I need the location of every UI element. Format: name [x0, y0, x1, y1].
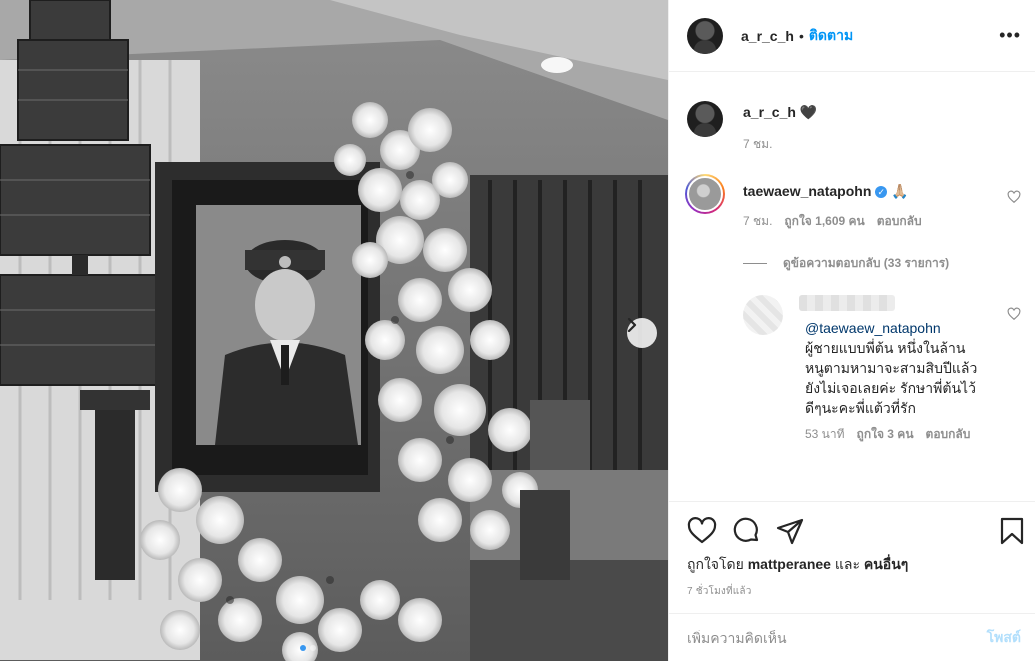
carousel-dot — [300, 645, 306, 651]
more-options-icon[interactable]: ••• — [999, 26, 1021, 44]
post-comment-button[interactable]: โพสต์ — [987, 627, 1021, 649]
header-separator: • — [798, 27, 804, 44]
caption-meta: 7 ชม. — [743, 135, 997, 153]
comment-username[interactable]: taewaew_natapohn — [743, 183, 871, 199]
action-bar: ถูกใจโดย mattperanee และ คนอื่นๆ 7 ชั่วโ… — [669, 501, 1035, 613]
verified-badge-icon: ✓ — [875, 186, 888, 199]
view-replies-button[interactable]: ดูข้อความตอบกลับ (33 รายการ) — [743, 254, 949, 273]
view-replies-line — [743, 263, 767, 264]
reply-like-heart-icon[interactable] — [1007, 307, 1021, 321]
comment-like-heart-icon[interactable] — [1007, 190, 1021, 204]
follow-button[interactable]: ติดตาม — [809, 25, 853, 47]
post-sidebar: a_r_c_h • ติดตาม ••• a_r_c_h 🖤 7 ชม. tae… — [668, 0, 1035, 661]
caption-time[interactable]: 7 ชม. — [743, 135, 772, 153]
comment-reply-button[interactable]: ตอบกลับ — [877, 212, 922, 230]
comment-likes[interactable]: ถูกใจ 1,609 คน — [784, 212, 864, 230]
heart-icon[interactable] — [687, 516, 717, 546]
comment-meta: 7 ชม. ถูกใจ 1,609 คน ตอบกลับ — [743, 212, 997, 230]
liked-by-and: และ — [830, 556, 864, 572]
caption-text: 🖤 — [799, 104, 818, 120]
caption-avatar[interactable] — [687, 101, 723, 137]
view-replies-label: ดูข้อความตอบกลับ (33 รายการ) — [783, 256, 950, 270]
liked-by: ถูกใจโดย mattperanee และ คนอื่นๆ — [687, 554, 908, 576]
comments-section: a_r_c_h 🖤 7 ชม. taewaew_natapohn ✓ 🙏🏼 7 … — [669, 73, 1035, 501]
comment-time[interactable]: 7 ชม. — [743, 212, 772, 230]
reply-time[interactable]: 53 นาที — [805, 426, 845, 442]
liked-by-prefix: ถูกใจโดย — [687, 556, 748, 572]
author-avatar[interactable] — [687, 17, 723, 54]
bookmark-icon[interactable] — [997, 516, 1027, 546]
commenter-avatar[interactable] — [685, 174, 725, 214]
author-username[interactable]: a_r_c_h — [741, 28, 794, 44]
reply-meta: 53 นาที ถูกใจ 3 คน ตอบกลับ — [805, 426, 985, 442]
caption-username[interactable]: a_r_c_h — [743, 104, 796, 120]
post-header: a_r_c_h • ติดตาม ••• — [669, 0, 1035, 72]
share-icon[interactable] — [775, 516, 805, 546]
reply-mention[interactable]: @taewaew_natapohn — [805, 320, 941, 336]
comment-icon[interactable] — [731, 516, 761, 546]
caption: a_r_c_h 🖤 7 ชม. — [687, 101, 1021, 161]
action-icons — [687, 516, 1027, 546]
reply-username[interactable] — [799, 295, 895, 311]
comment-composer: โพสต์ — [669, 613, 1035, 661]
comment-input[interactable] — [687, 629, 987, 646]
post-photo[interactable] — [0, 0, 668, 661]
caption-body: a_r_c_h 🖤 7 ชม. — [743, 103, 997, 153]
liked-by-user[interactable]: mattperanee — [748, 556, 831, 572]
reply-text: ผู้ชายแบบพี่ต้น หนึ่งในล้าน หนูตามหามาจะ… — [805, 340, 978, 416]
comment: taewaew_natapohn ✓ 🙏🏼 7 ชม. ถูกใจ 1,609 … — [685, 174, 1021, 246]
reply-avatar[interactable] — [743, 295, 783, 335]
chevron-right-icon — [627, 318, 637, 332]
post-timestamp[interactable]: 7 ชั่วโมงที่แล้ว — [687, 584, 752, 599]
reply-likes[interactable]: ถูกใจ 3 คน — [857, 426, 914, 442]
reply-body: @taewaew_natapohn ผู้ชายแบบพี่ต้น หนึ่งใ… — [805, 318, 985, 442]
reply-reply-button[interactable]: ตอบกลับ — [926, 426, 971, 442]
carousel-dots — [300, 645, 316, 651]
carousel-dot — [310, 645, 316, 651]
liked-by-others[interactable]: คนอื่นๆ — [864, 556, 908, 572]
photo-scene — [0, 0, 668, 661]
comment-body: taewaew_natapohn ✓ 🙏🏼 7 ชม. ถูกใจ 1,609 … — [743, 182, 997, 230]
comment-text: 🙏🏼 — [891, 183, 909, 199]
commenter-avatar-image — [687, 176, 723, 212]
carousel-next-button[interactable] — [627, 318, 657, 348]
